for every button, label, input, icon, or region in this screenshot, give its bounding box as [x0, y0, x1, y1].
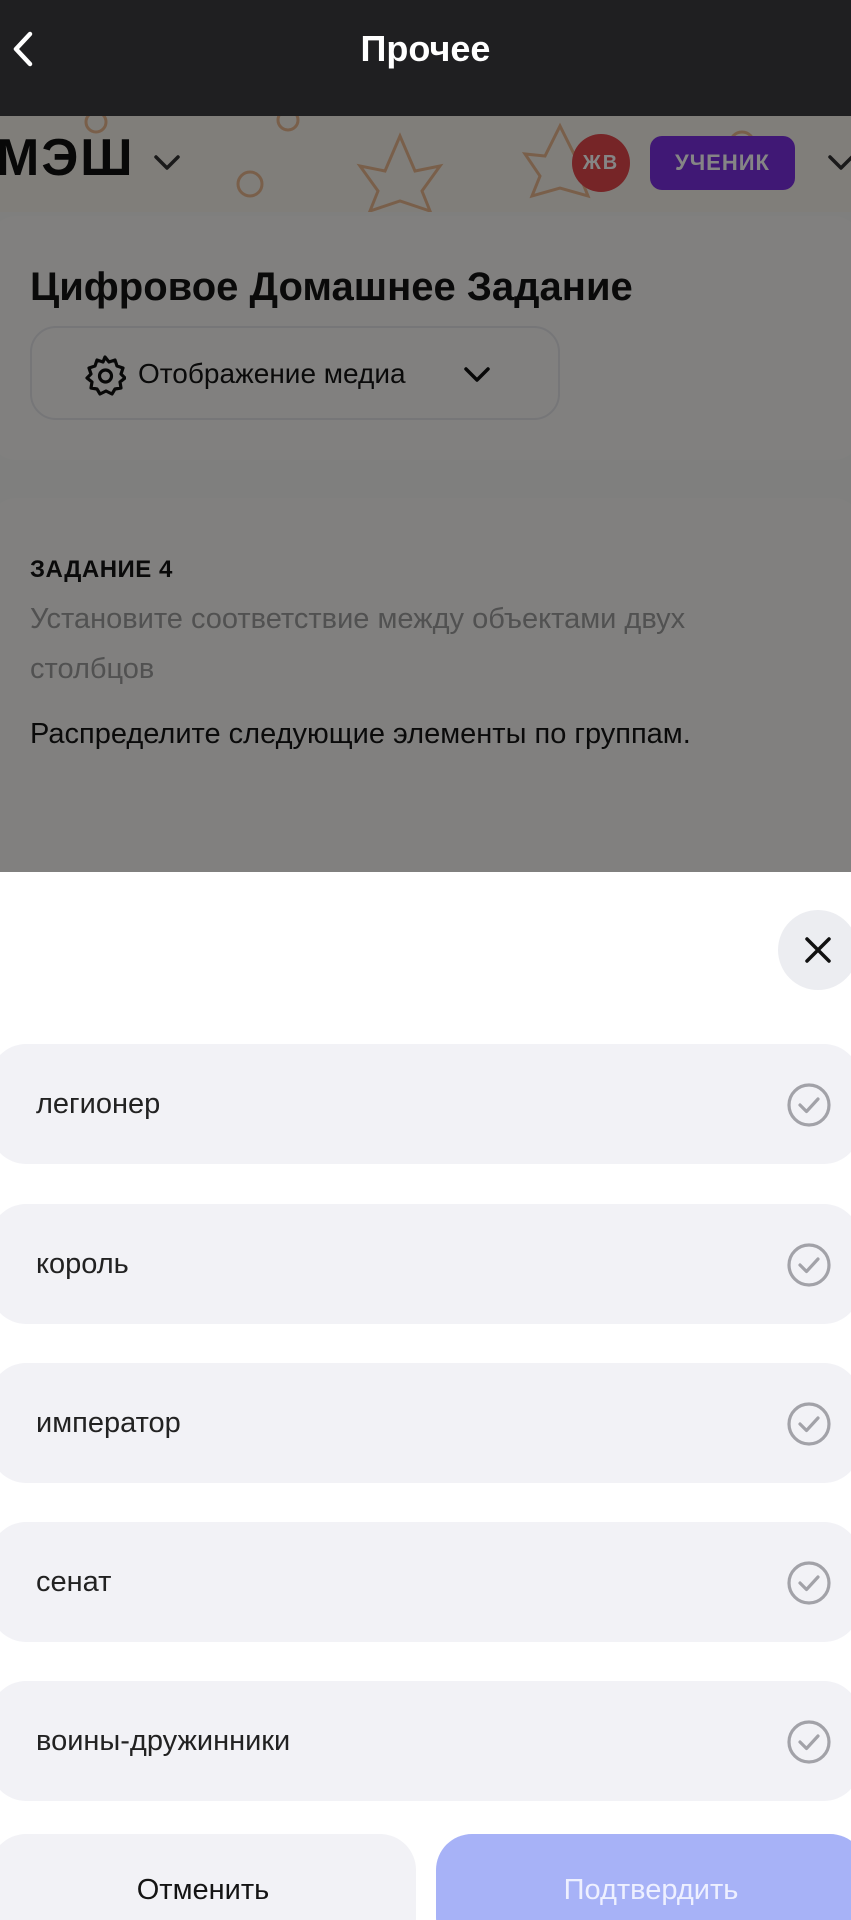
option-label: сенат	[36, 1566, 112, 1598]
close-button[interactable]	[778, 910, 851, 990]
option-item[interactable]: император	[0, 1363, 851, 1483]
check-circle-icon	[787, 1720, 831, 1764]
option-item[interactable]: король	[0, 1204, 851, 1324]
check-circle-icon	[787, 1561, 831, 1605]
confirm-button[interactable]: Подтвердить	[436, 1834, 851, 1920]
check-circle-icon	[787, 1083, 831, 1127]
option-label: король	[36, 1248, 129, 1280]
close-icon	[805, 937, 831, 963]
option-label: император	[36, 1407, 181, 1439]
top-navigation-bar: Прочее	[0, 0, 851, 116]
options-bottom-sheet: легионер король император сенат воины-др…	[0, 872, 851, 1920]
check-circle-icon	[787, 1243, 831, 1287]
modal-overlay[interactable]	[0, 116, 851, 872]
option-label: легионер	[36, 1088, 161, 1120]
option-item[interactable]: воины-дружинники	[0, 1681, 851, 1801]
option-item[interactable]: сенат	[0, 1522, 851, 1642]
nav-title: Прочее	[360, 28, 491, 69]
option-item[interactable]: легионер	[0, 1044, 851, 1164]
background-page: МЭШ ЖВ УЧЕНИК Цифровое Домашнее Задание …	[0, 116, 851, 872]
option-label: воины-дружинники	[36, 1725, 291, 1757]
check-circle-icon	[787, 1402, 831, 1446]
cancel-button[interactable]: Отменить	[0, 1834, 416, 1920]
